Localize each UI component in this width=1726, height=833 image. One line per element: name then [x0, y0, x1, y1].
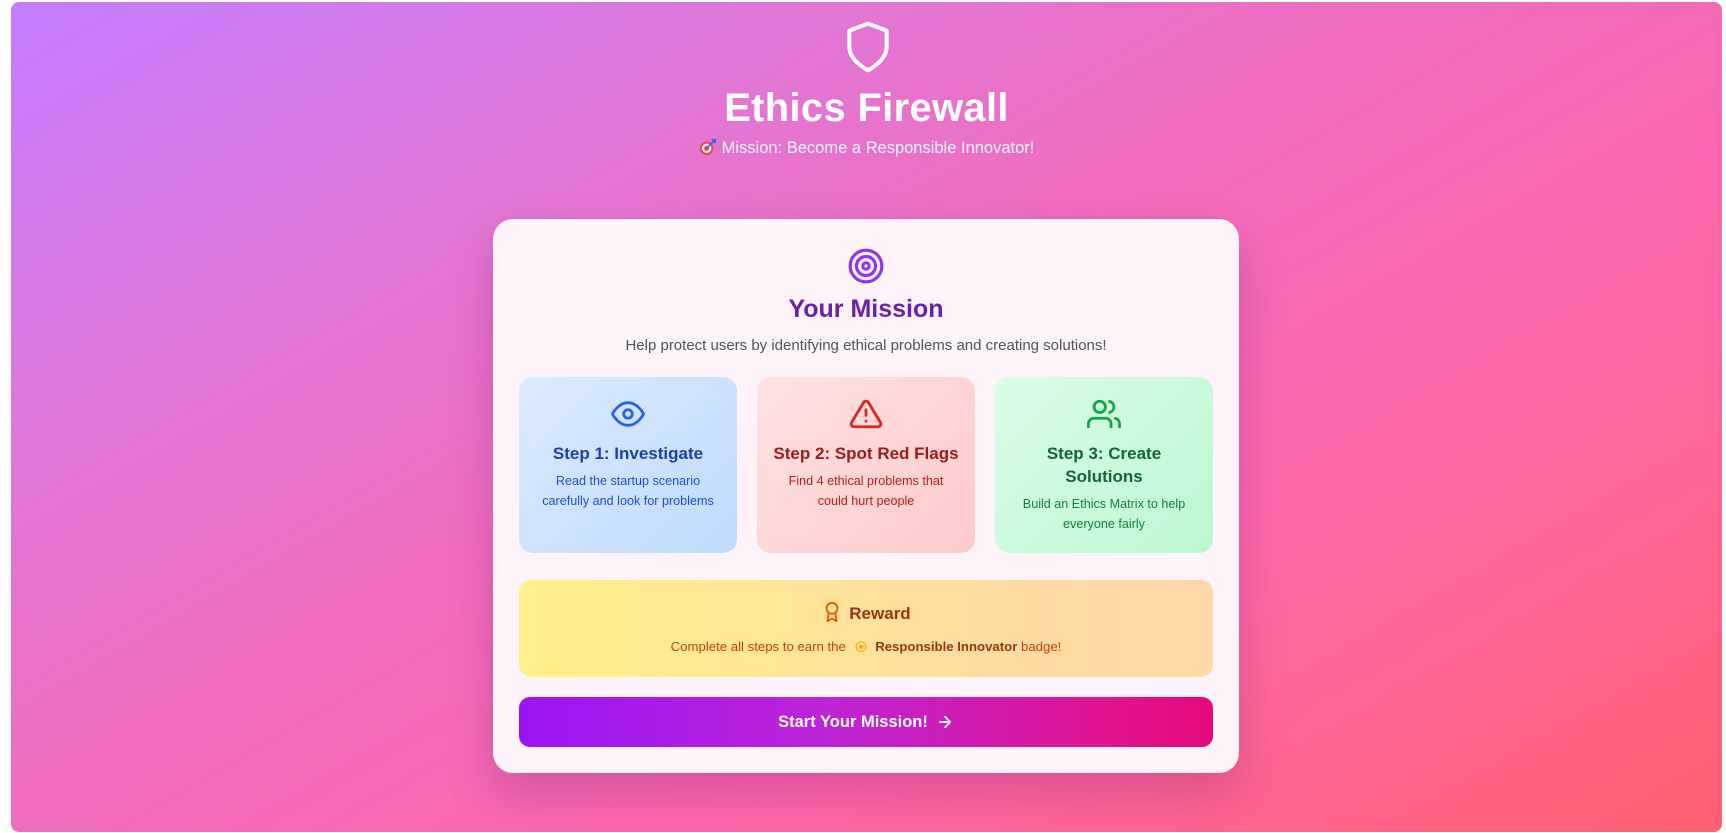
step-description: Read the startup scenario carefully and …	[542, 474, 714, 508]
step-title: Step 1: Investigate	[552, 444, 704, 463]
reward-heading: Reward	[519, 600, 1213, 624]
arrow-right-icon	[938, 715, 951, 729]
step-card-solutions: Step 3: Create Solutions Build an Ethics…	[995, 377, 1213, 553]
eye-icon	[611, 401, 645, 427]
mission-subtitle: Mission: Become a Responsible Innovator!	[11, 139, 1722, 158]
app-title: Ethics Firewall	[724, 86, 1009, 130]
step-description: Build an Ethics Matrix to help everyone …	[1022, 497, 1186, 531]
step-description: Find 4 ethical problems that could hurt …	[788, 474, 944, 508]
reward-description: Complete all steps to earn the Responsib…	[519, 639, 1213, 654]
users-icon	[1087, 399, 1121, 429]
step-card-red-flags: Step 2: Spot Red Flags Find 4 ethical pr…	[757, 377, 975, 553]
reward-text-before: Complete all steps to earn the	[670, 639, 846, 654]
badge-name: Responsible Innovator	[875, 639, 1018, 654]
badge-emoji-icon	[855, 641, 866, 653]
reward-text-after: badge!	[1021, 639, 1062, 654]
step-title: Step 2: Spot Red Flags	[773, 444, 959, 463]
award-icon	[825, 601, 839, 623]
start-mission-button[interactable]: Start Your Mission!	[519, 697, 1213, 747]
shield-icon	[847, 21, 889, 73]
app-background: Ethics Firewall Mission: Become a Respon…	[11, 2, 1722, 832]
subtitle-text: Mission: Become a Responsible Innovator!	[721, 139, 1035, 157]
start-mission-label: Start Your Mission!	[778, 712, 928, 731]
reward-title: Reward	[849, 604, 911, 623]
card-description: Help protect users by identifying ethica…	[625, 337, 1107, 354]
mission-card: Your Mission Help protect users by ident…	[493, 219, 1239, 773]
card-title: Your Mission	[788, 295, 944, 323]
target-icon	[848, 248, 884, 284]
step-card-investigate: Step 1: Investigate Read the startup sce…	[519, 377, 737, 553]
alert-triangle-icon	[849, 399, 883, 429]
dart-emoji-icon	[699, 139, 716, 156]
step-title: Step 3: Create Solutions	[1046, 444, 1162, 486]
reward-panel: Reward Complete all steps to earn the Re…	[519, 580, 1213, 677]
